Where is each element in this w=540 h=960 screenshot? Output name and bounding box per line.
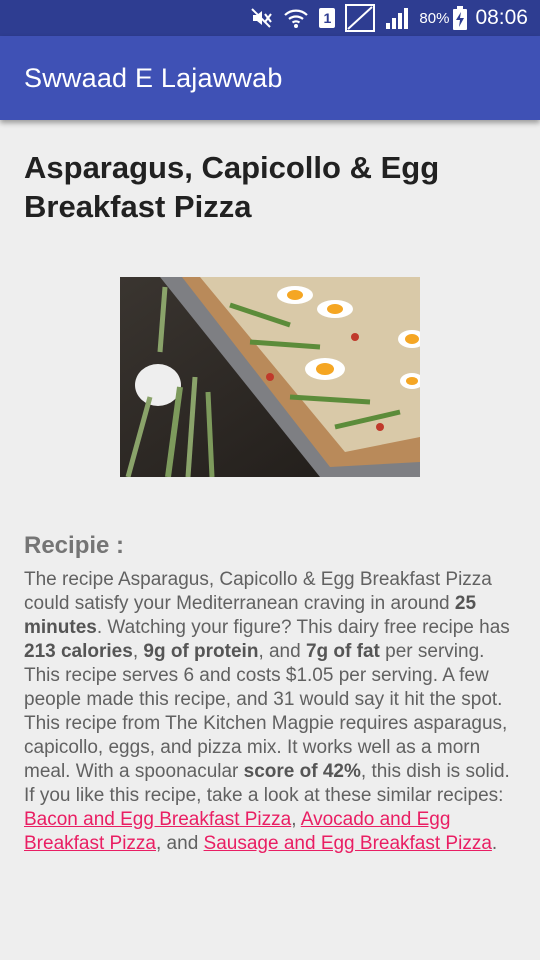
- desc-protein: 9g of protein: [143, 641, 259, 662]
- signal-icon: [385, 6, 411, 30]
- mute-icon: [251, 8, 273, 28]
- desc-text: .: [491, 833, 498, 854]
- no-signal-icon: [345, 4, 376, 32]
- desc-text: ,: [291, 809, 301, 830]
- similar-recipe-link-sausage[interactable]: Sausage and Egg Breakfast Pizza: [204, 833, 492, 854]
- battery-charging-icon: [453, 6, 468, 30]
- recipe-section-heading: Recipie :: [24, 532, 125, 559]
- desc-text: The recipe Asparagus, Capicollo & Egg Br…: [24, 569, 492, 614]
- status-clock: 08:06: [475, 6, 528, 29]
- sim-icon: 1: [319, 8, 336, 28]
- desc-text: , and: [156, 833, 204, 854]
- recipe-title: Asparagus, Capicollo & Egg Breakfast Piz…: [24, 150, 440, 224]
- similar-recipe-link-bacon[interactable]: Bacon and Egg Breakfast Pizza: [24, 809, 291, 830]
- desc-text: ,: [132, 641, 144, 662]
- desc-text: . Watching your figure? This dairy free …: [96, 617, 510, 638]
- recipe-image: [120, 277, 420, 477]
- app-title: Swwaad E Lajawwab: [24, 62, 283, 93]
- app-bar: Swwaad E Lajawwab: [0, 36, 540, 120]
- desc-score: score of 42%: [243, 761, 361, 782]
- desc-text: , and: [258, 641, 306, 662]
- desc-fat: 7g of fat: [305, 641, 380, 662]
- recipe-content: Asparagus, Capicollo & Egg Breakfast Piz…: [24, 120, 516, 854]
- battery-percent: 80%: [419, 9, 450, 27]
- recipe-description: The recipe Asparagus, Capicollo & Egg Br…: [24, 568, 516, 856]
- wifi-icon: [283, 7, 309, 29]
- desc-calories: 213 calories: [24, 641, 133, 662]
- status-bar: 1 80% 08:06: [0, 0, 540, 36]
